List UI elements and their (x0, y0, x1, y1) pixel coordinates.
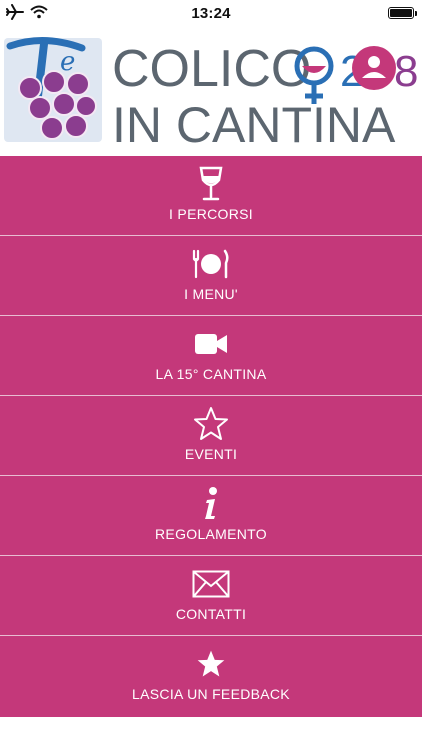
menu-item-cantina[interactable]: LA 15° CANTINA (0, 316, 422, 396)
app-header: e COLICO IN CANTINA 2 8 (0, 28, 422, 154)
menu-item-label: I PERCORSI (169, 206, 253, 222)
menu-item-label: LA 15° CANTINA (155, 366, 267, 382)
envelope-icon (192, 570, 230, 598)
star-filled-icon (197, 650, 225, 677)
menu-item-menu[interactable]: I MENU' (0, 236, 422, 316)
menu-item-label: EVENTI (184, 446, 238, 462)
title-line1: COLICO (112, 40, 311, 98)
menu-item-label: CONTATTI (175, 606, 247, 622)
video-camera-icon (195, 334, 227, 354)
menu-item-regolamento[interactable]: REGOLAMENTO (0, 476, 422, 556)
title-logo: COLICO IN CANTINA 2 8 (112, 40, 418, 148)
wine-glass-icon (199, 166, 223, 201)
plate-cutlery-icon (192, 249, 229, 279)
battery-icon (388, 7, 417, 19)
year-digit-2: 8 (394, 47, 418, 96)
menu-item-contatti[interactable]: CONTATTI (0, 556, 422, 636)
menu-item-eventi[interactable]: EVENTI (0, 396, 422, 476)
menu-item-label: I MENU' (184, 286, 238, 302)
status-time: 13:24 (191, 5, 231, 22)
main-menu: I PERCORSI I MENU' LA 15° CANTINA EVENTI (0, 156, 422, 717)
grapes-logo: e (4, 36, 102, 142)
menu-item-label: LASCIA UN FEEDBACK (132, 686, 290, 702)
menu-item-feedback[interactable]: LASCIA UN FEEDBACK (0, 636, 422, 716)
menu-item-label: REGOLAMENTO (155, 526, 267, 542)
menu-item-percorsi[interactable]: I PERCORSI (0, 156, 422, 236)
star-outline-icon (194, 407, 228, 440)
title-line2: IN CANTINA (112, 97, 396, 148)
svg-text:e: e (60, 47, 75, 77)
bottom-space (0, 717, 422, 750)
status-bar: 13:24 (0, 0, 422, 28)
info-icon (205, 487, 217, 519)
